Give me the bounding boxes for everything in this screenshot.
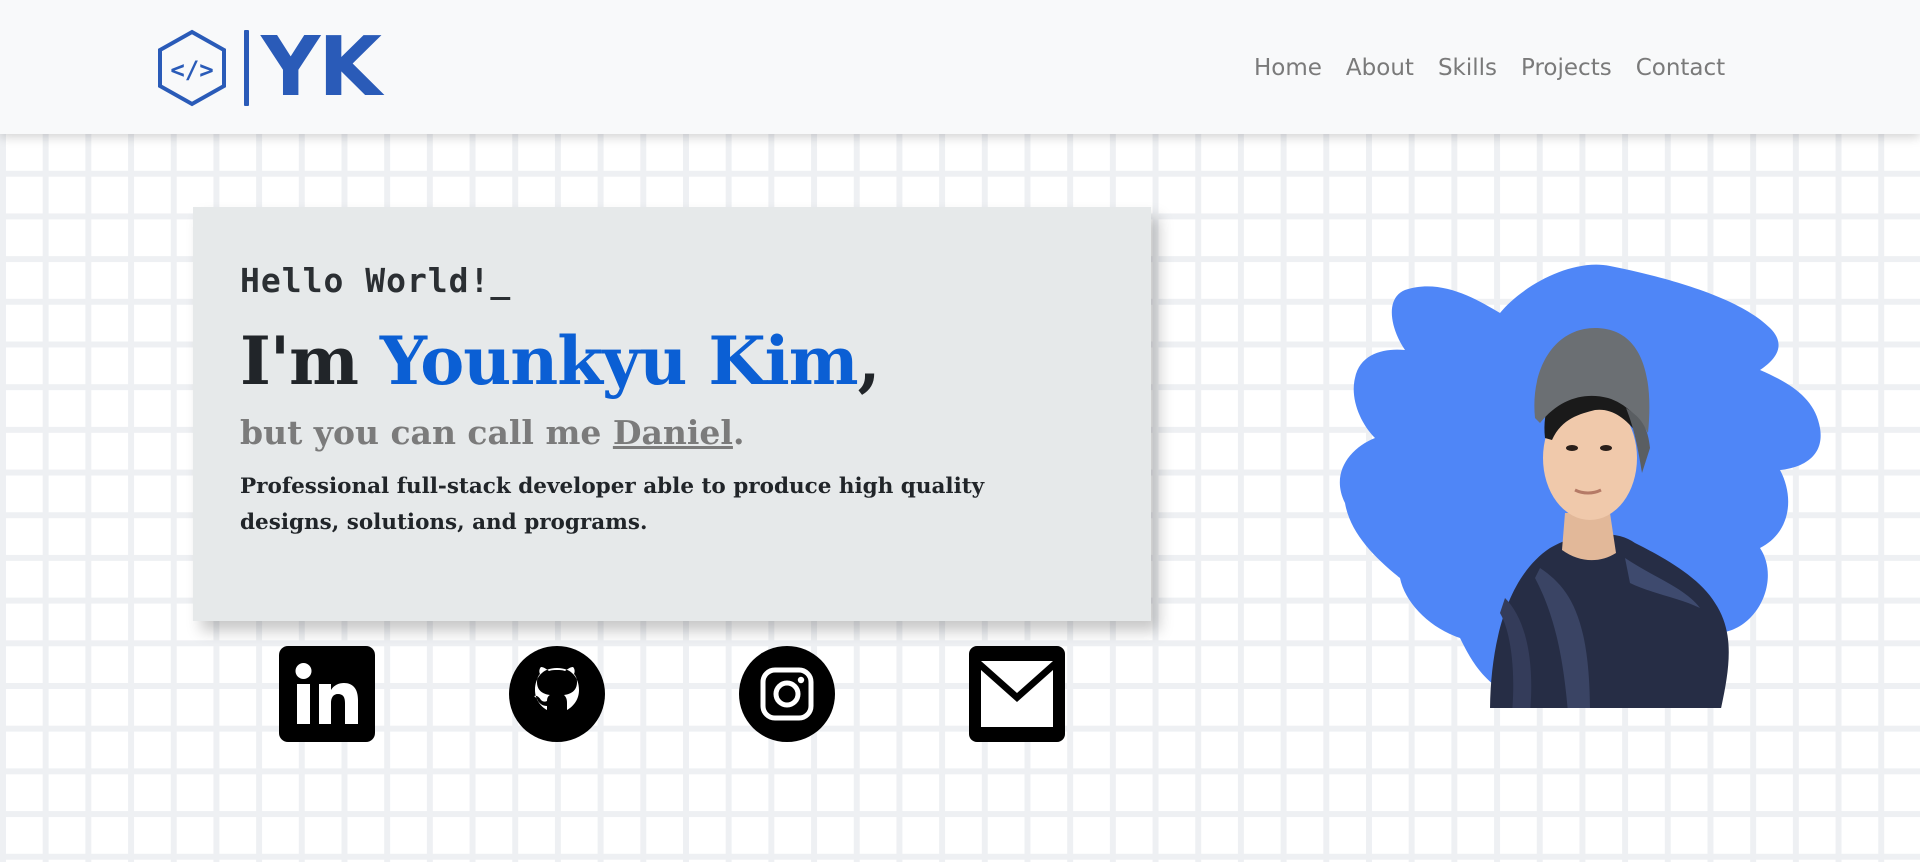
intro-prefix: I'm [240, 322, 380, 400]
instagram-icon [739, 646, 835, 742]
github-link[interactable] [509, 646, 605, 742]
sub-suffix: . [732, 413, 745, 452]
instagram-link[interactable] [739, 646, 835, 742]
sub-prefix: but you can call me [240, 413, 613, 452]
linkedin-link[interactable] [279, 646, 375, 742]
nav-link-skills[interactable]: Skills [1438, 52, 1497, 84]
nav-link-projects[interactable]: Projects [1521, 52, 1612, 84]
hero-headline: I'm Younkyu Kim, [240, 321, 1151, 401]
brand-text: YK [261, 20, 382, 115]
portrait [1290, 258, 1830, 708]
nav-link-contact[interactable]: Contact [1636, 52, 1725, 84]
svg-text:</>: </> [170, 56, 213, 84]
nav-link-about[interactable]: About [1346, 52, 1414, 84]
navbar: </> YK Home About Skills Projects Contac… [0, 0, 1920, 134]
nav-links: Home About Skills Projects Contact [1254, 52, 1749, 84]
social-links [279, 646, 1069, 742]
greeting-text: Hello World!_ [240, 261, 512, 300]
github-icon [509, 646, 605, 742]
hero-card: Hello World!_ I'm Younkyu Kim, but you c… [193, 207, 1151, 621]
nickname-link[interactable]: Daniel [613, 413, 733, 452]
mail-icon [969, 646, 1065, 742]
hero-name: Younkyu Kim [379, 322, 859, 400]
hero-description: Professional full-stack developer able t… [240, 474, 985, 535]
brand-logo[interactable]: </> YK [156, 20, 382, 115]
brand-divider [244, 30, 249, 106]
linkedin-icon [279, 646, 375, 742]
intro-suffix: , [857, 322, 881, 400]
email-link[interactable] [969, 646, 1065, 742]
nav-link-home[interactable]: Home [1254, 52, 1322, 84]
portrait-photo [1339, 264, 1821, 708]
hero-subline: but you can call me Daniel. [240, 411, 1151, 455]
code-hexagon-icon: </> [158, 29, 226, 107]
